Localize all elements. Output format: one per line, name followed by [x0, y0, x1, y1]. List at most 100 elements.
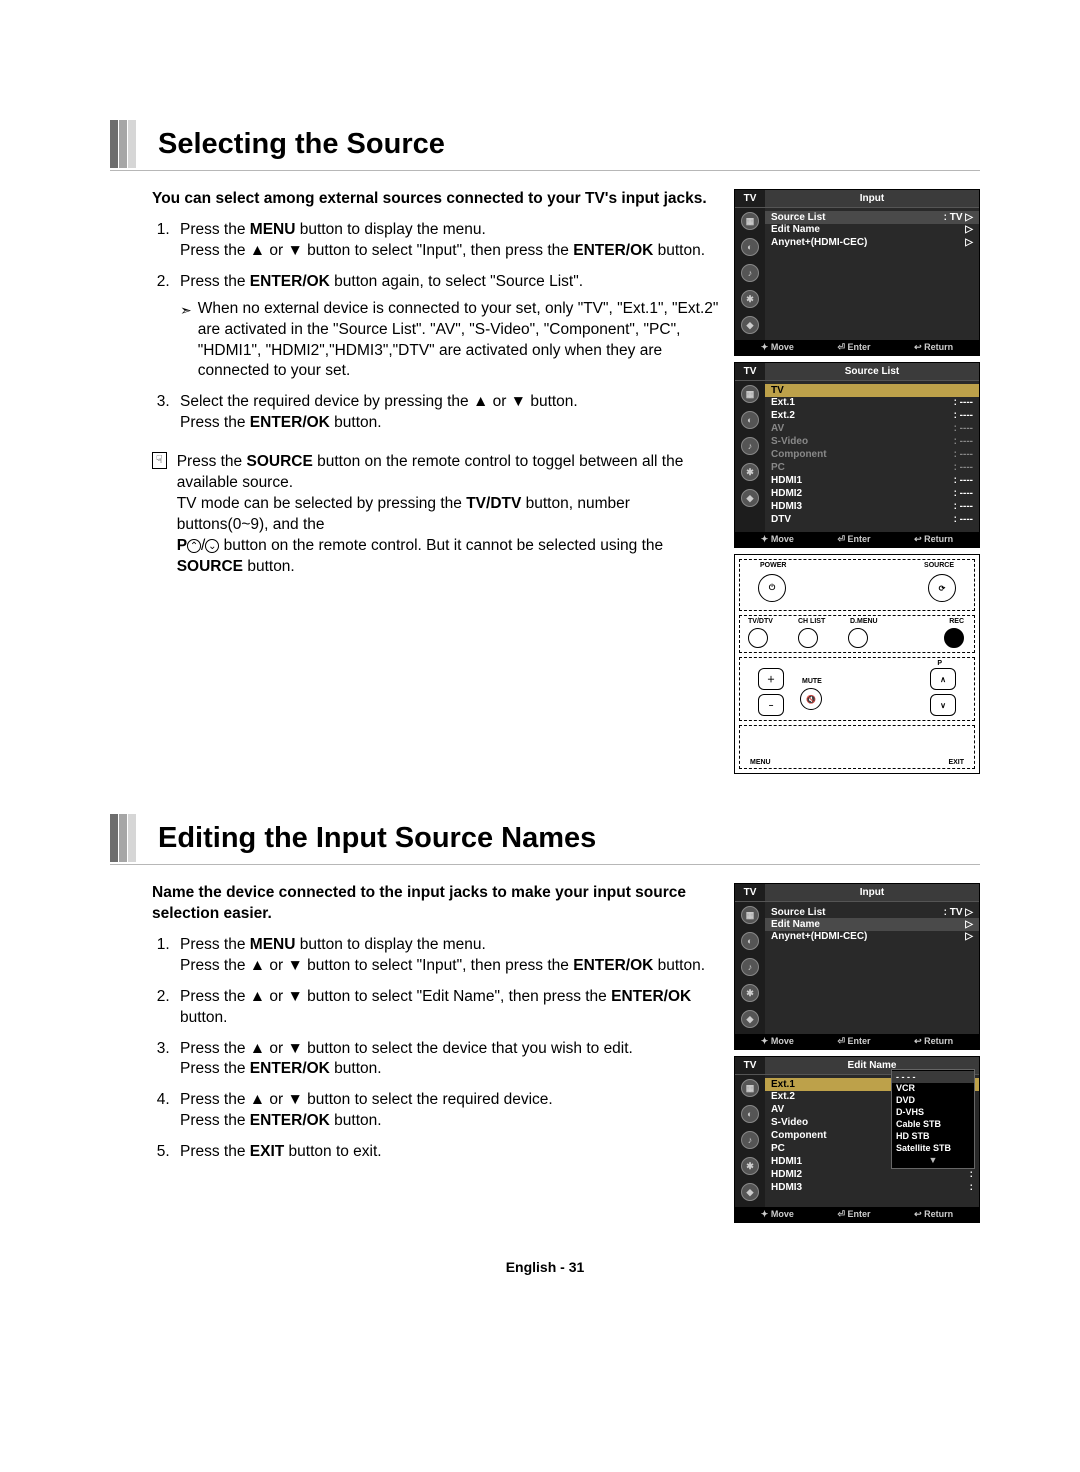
osd-tv-label: TV	[735, 884, 765, 901]
osd-row-value: : ----	[954, 423, 973, 434]
remote-label: REC	[949, 618, 964, 625]
osd-row-label: S-Video	[771, 436, 808, 447]
bold: ENTER/OK	[573, 242, 653, 259]
txt: button.	[243, 558, 295, 575]
osd-input-menu: TV Input ▦ ◐ ♪ ✱ ◆ Source List: TV ▷Edit…	[734, 189, 980, 356]
remote-label-power: POWER	[760, 562, 786, 569]
osd-edit-name: TV Edit Name ▦ ◐ ♪ ✱ ◆ Ext.1:Ext.2:AV:S-…	[734, 1056, 980, 1223]
popup-item: VCR	[896, 1082, 970, 1094]
osd-nav-icon: ◐	[741, 411, 759, 429]
bold: TV/DTV	[466, 495, 521, 512]
txt: Press the ▲ or ▼ button to select "Edit …	[180, 988, 611, 1005]
osd-row-label: Anynet+(HDMI-CEC)	[771, 237, 867, 248]
vol-down-icon: −	[758, 694, 784, 716]
osd-row-label: Edit Name	[771, 919, 820, 930]
popup-item: DVD	[896, 1094, 970, 1106]
osd-row-label: DTV	[771, 514, 791, 525]
down-circle-icon: ⌄	[205, 539, 219, 553]
osd-row-label: S-Video	[771, 1117, 808, 1128]
txt: Press the	[180, 221, 250, 238]
osd-row-value: : ----	[954, 410, 973, 421]
remote-label: EXIT	[948, 759, 964, 766]
osd-row-label: HDMI1	[771, 475, 802, 486]
osd-footer-return: ↩ Return	[914, 1209, 953, 1220]
remote-label: MUTE	[802, 678, 822, 685]
txt: button.	[330, 414, 382, 431]
bold: ENTER/OK	[250, 1060, 330, 1077]
remote-icon: ☟	[152, 452, 167, 469]
osd-row: S-Video: ----	[771, 435, 973, 448]
osd-row-label: Ext.2	[771, 410, 795, 421]
osd-row: Ext.1: ----	[771, 396, 973, 409]
osd-nav-icon: ✱	[741, 463, 759, 481]
section2-heading: Editing the Input Source Names	[158, 822, 596, 855]
osd-nav-icon: ◆	[741, 489, 759, 507]
osd-row-value: : ----	[954, 501, 973, 512]
osd-row: Anynet+(HDMI-CEC) ▷	[771, 930, 973, 943]
osd-nav-icon: ◆	[741, 1010, 759, 1028]
remote-note-text: Press the SOURCE button on the remote co…	[177, 452, 724, 578]
osd-row-label: Anynet+(HDMI-CEC)	[771, 931, 867, 942]
s2-step3: Press the ▲ or ▼ button to select the de…	[174, 1039, 724, 1081]
osd-nav-icon: ◆	[741, 316, 759, 334]
txt: Press the	[180, 936, 250, 953]
bold: MENU	[250, 936, 296, 953]
s2-step2: Press the ▲ or ▼ button to select "Edit …	[174, 987, 724, 1029]
osd-tv-label: TV	[735, 190, 765, 207]
osd-row: Edit Name ▷	[771, 223, 973, 236]
txt: button.	[330, 1060, 382, 1077]
s2-step1: Press the MENU button to display the men…	[174, 935, 724, 977]
osd-row-value: : ----	[954, 449, 973, 460]
rec-button-icon	[944, 628, 964, 648]
txt: button.	[653, 242, 705, 259]
remote-label: P	[937, 660, 942, 667]
section1-intro: You can select among external sources co…	[152, 189, 724, 210]
osd-row-value: : ----	[954, 397, 973, 408]
osd-footer-enter: ⏎ Enter	[837, 1036, 870, 1047]
osd-row-label: HDMI3	[771, 501, 802, 512]
remote-label-source: SOURCE	[924, 562, 954, 569]
bold: ENTER/OK	[250, 414, 330, 431]
osd-row: HDMI3 : ----	[771, 500, 973, 513]
osd-nav-icon: ♪	[741, 437, 759, 455]
bold: EXIT	[250, 1143, 284, 1160]
osd-footer-return: ↩ Return	[914, 1036, 953, 1047]
osd-row-label: Ext.2	[771, 1091, 795, 1102]
mute-button-icon: 🔇	[800, 688, 822, 710]
device-name-popup: - - - -VCRDVDD-VHSCable STBHD STBSatelli…	[891, 1069, 975, 1169]
osd-nav-icon: ✱	[741, 984, 759, 1002]
osd-nav-icon: ◐	[741, 238, 759, 256]
osd-row-label: TV	[771, 385, 784, 396]
osd-row-label: Edit Name	[771, 224, 820, 235]
osd-nav-icon: ◐	[741, 932, 759, 950]
osd-footer-return: ↩ Return	[914, 534, 953, 545]
bold: MENU	[250, 221, 296, 238]
bold: P	[177, 537, 187, 554]
bold: SOURCE	[177, 558, 243, 575]
osd-footer-move: ✦ Move	[761, 534, 794, 545]
s1-step2: Press the ENTER/OK button again, to sele…	[174, 272, 724, 383]
txt: button.	[653, 957, 705, 974]
s1-step1: Press the MENU button to display the men…	[174, 220, 724, 262]
osd-row-value: ▷	[965, 919, 973, 930]
section2-intro: Name the device connected to the input j…	[152, 883, 724, 925]
osd-footer-move: ✦ Move	[761, 1036, 794, 1047]
osd-row-value: ▷	[965, 237, 973, 248]
txt: Press the ▲ or ▼ button to select the de…	[180, 1040, 633, 1078]
osd-row-label: HDMI3	[771, 1182, 802, 1193]
osd-title: Input	[765, 884, 979, 901]
page-footer: English - 31	[110, 1259, 980, 1275]
remote-label: TV/DTV	[748, 618, 773, 625]
osd-nav-icon: ▦	[741, 1079, 759, 1097]
bold: ENTER/OK	[573, 957, 653, 974]
osd-nav-icon: ✱	[741, 1157, 759, 1175]
osd-row: HDMI1: ----	[771, 474, 973, 487]
remote-button	[798, 628, 818, 648]
bold: ENTER/OK	[250, 273, 330, 290]
osd-row-label: PC	[771, 1143, 785, 1154]
osd-row-label: AV	[771, 423, 784, 434]
osd-input-menu-2: TV Input ▦ ◐ ♪ ✱ ◆ Source List: TV ▷Edit…	[734, 883, 980, 1050]
osd-row-label: Source List	[771, 212, 825, 223]
popup-item: ▼	[896, 1154, 970, 1166]
osd-title: Input	[765, 190, 979, 207]
